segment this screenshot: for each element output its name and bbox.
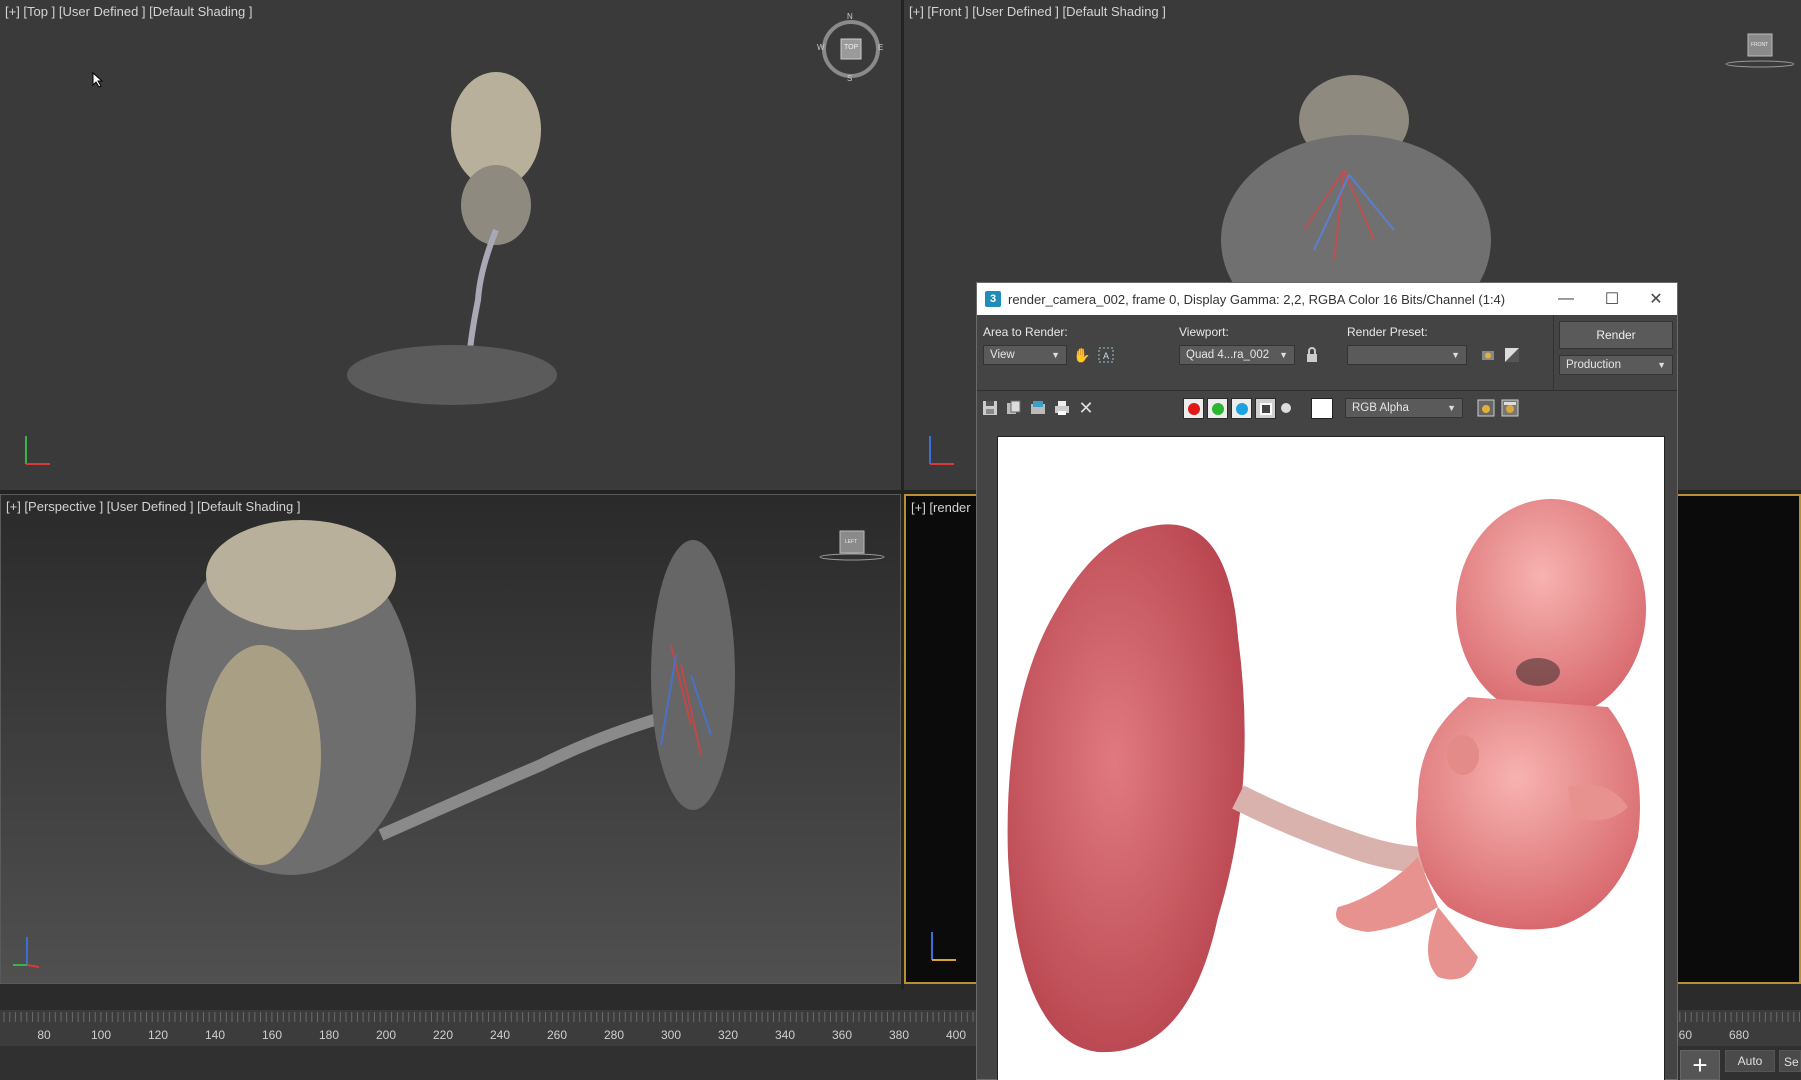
timeline-tick-label: 180	[318, 1028, 340, 1042]
blue-channel-icon	[1235, 402, 1248, 415]
timeline-tick-label: 380	[888, 1028, 910, 1042]
axis-gizmo-icon	[13, 937, 40, 968]
compass-n: N	[847, 12, 853, 21]
render-window-title: render_camera_002, frame 0, Display Gamm…	[1008, 291, 1506, 307]
red-channel-toggle[interactable]	[1183, 398, 1204, 419]
viewcube-compass[interactable]: TOP N S W E	[817, 12, 884, 83]
compass-e: E	[878, 43, 884, 52]
panel-separator	[1553, 315, 1554, 391]
auto-region-select-icon[interactable]: A	[1095, 344, 1117, 366]
pan-hand-icon[interactable]: ✋	[1071, 344, 1093, 366]
viewport-label[interactable]: [+] [render	[911, 500, 971, 515]
viewport-top[interactable]: [+] [Top ] [User Defined ] [Default Shad…	[0, 0, 901, 490]
green-channel-icon	[1211, 402, 1224, 415]
area-to-render-label: Area to Render:	[983, 325, 1068, 339]
production-value: Production	[1566, 359, 1621, 371]
viewcube-top-face: TOP	[844, 44, 859, 51]
red-channel-icon	[1187, 402, 1200, 415]
set-key-mode-button[interactable]: Se	[1779, 1050, 1801, 1072]
compass-s: S	[847, 74, 853, 83]
rendered-image[interactable]	[997, 436, 1665, 1080]
toggle-ui-icon[interactable]	[1499, 397, 1521, 419]
channel-display-dropdown[interactable]: RGB Alpha ▼	[1345, 398, 1463, 418]
timeline-tick-label: 340	[774, 1028, 796, 1042]
timeline-tick-label: 300	[660, 1028, 682, 1042]
viewcube-front[interactable]: FRONT	[1724, 30, 1795, 70]
channel-display-value: RGB Alpha	[1352, 402, 1409, 414]
timeline-tick-label: 360	[831, 1028, 853, 1042]
background-color-swatch[interactable]	[1311, 398, 1333, 419]
timeline-tick-label: 280	[603, 1028, 625, 1042]
chevron-down-icon: ▼	[1657, 360, 1666, 370]
render-window-titlebar[interactable]: 3 render_camera_002, frame 0, Display Ga…	[977, 283, 1677, 315]
timeline-tick-label: 260	[546, 1028, 568, 1042]
render-button[interactable]: Render	[1559, 321, 1673, 349]
lock-icon[interactable]	[1301, 344, 1323, 366]
print-image-icon[interactable]	[1051, 397, 1073, 419]
viewport-label: Viewport:	[1179, 325, 1229, 339]
timeline-tick-label: 680	[1728, 1028, 1750, 1042]
viewport-divider-vertical[interactable]	[901, 0, 904, 990]
rendered-embryo-image	[1007, 499, 1646, 1053]
clear-image-icon[interactable]: ✕	[1075, 397, 1097, 419]
app-logo-icon: 3	[985, 291, 1001, 307]
environment-effects-icon[interactable]	[1501, 344, 1523, 366]
chevron-down-icon: ▼	[1279, 350, 1288, 360]
timeline-tick-label: 80	[37, 1028, 51, 1042]
rendered-frame-window[interactable]: 3 render_camera_002, frame 0, Display Ga…	[976, 282, 1678, 1080]
timeline-tick-label: 160	[261, 1028, 283, 1042]
timeline-tick-label: 100	[90, 1028, 112, 1042]
timeline-tick-label: 200	[375, 1028, 397, 1042]
timeline-tick-label: 240	[489, 1028, 511, 1042]
timeline-tick-label: 140	[204, 1028, 226, 1042]
max-workspace: [+] [Top ] [User Defined ] [Default Shad…	[0, 0, 1801, 1080]
viewcube-front-face: FRONT	[1751, 42, 1769, 48]
compass-w: W	[817, 43, 825, 52]
area-to-render-dropdown[interactable]: View ▼	[983, 345, 1067, 365]
axis-gizmo-icon	[929, 436, 954, 465]
chevron-down-icon: ▼	[1451, 350, 1460, 360]
auto-key-button[interactable]: Auto	[1725, 1050, 1775, 1072]
chevron-down-icon: ▼	[1051, 350, 1060, 360]
monochrome-icon	[1281, 403, 1291, 413]
axis-gizmo-icon	[931, 932, 956, 961]
close-button[interactable]: ✕	[1633, 283, 1679, 315]
timeline-tick-label: 400	[945, 1028, 967, 1042]
mouse-cursor-icon	[92, 72, 104, 88]
copy-image-icon[interactable]	[1003, 397, 1025, 419]
render-preset-dropdown[interactable]: ▼	[1347, 345, 1467, 365]
viewport-perspective[interactable]: [+] [Perspective ] [User Defined ] [Defa…	[0, 494, 901, 984]
alpha-channel-toggle[interactable]	[1255, 398, 1276, 419]
viewcube-perspective[interactable]: LEFT	[816, 527, 886, 567]
frame-buffer-toolbar: ✕ RGB Alpha ▼	[977, 392, 1677, 424]
viewport-value: Quad 4...ra_002	[1186, 349, 1270, 361]
set-key-button[interactable]: +	[1680, 1050, 1720, 1080]
timeline-tick-label: 320	[717, 1028, 739, 1042]
alpha-channel-icon	[1259, 402, 1272, 415]
clone-frame-window-icon[interactable]	[1027, 397, 1049, 419]
timeline-tick-label: 220	[432, 1028, 454, 1042]
save-image-icon[interactable]	[979, 397, 1001, 419]
area-to-render-value: View	[990, 349, 1015, 361]
production-dropdown[interactable]: Production ▼	[1559, 355, 1673, 375]
monochrome-toggle[interactable]	[1275, 397, 1297, 419]
green-channel-toggle[interactable]	[1207, 398, 1228, 419]
timeline-tick-label: 120	[147, 1028, 169, 1042]
blue-channel-toggle[interactable]	[1231, 398, 1252, 419]
maximize-button[interactable]: ☐	[1589, 283, 1635, 315]
minimize-button[interactable]: —	[1543, 283, 1589, 315]
viewcube-left-face: LEFT	[845, 539, 858, 545]
render-setup-icon[interactable]	[1477, 344, 1499, 366]
render-preset-label: Render Preset:	[1347, 325, 1428, 339]
render-settings-panel: Area to Render: View ▼ ✋ A Viewport: Qua…	[977, 315, 1677, 391]
model-perspective-view	[166, 520, 735, 875]
toggle-ui-overlay-icon[interactable]	[1475, 397, 1497, 419]
axis-gizmo-icon	[25, 436, 50, 465]
viewport-dropdown[interactable]: Quad 4...ra_002 ▼	[1179, 345, 1295, 365]
chevron-down-icon: ▼	[1447, 403, 1456, 413]
svg-text:A: A	[1103, 351, 1109, 361]
model-top-view	[347, 72, 557, 405]
